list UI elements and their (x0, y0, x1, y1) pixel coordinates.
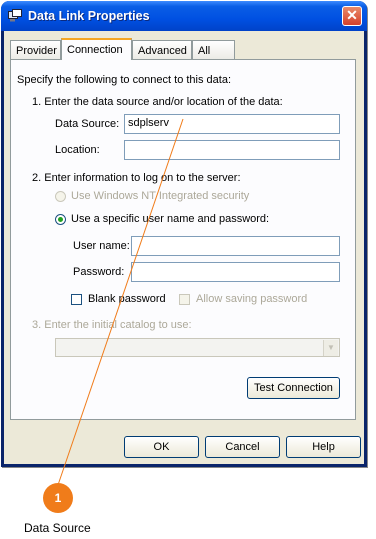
tab-connection[interactable]: Connection (61, 38, 132, 60)
callout-leader-line (57, 118, 184, 486)
callout-label: Data Source (24, 521, 91, 535)
tab-label: Connection (67, 44, 123, 56)
callout-badge: 1 (43, 483, 73, 513)
